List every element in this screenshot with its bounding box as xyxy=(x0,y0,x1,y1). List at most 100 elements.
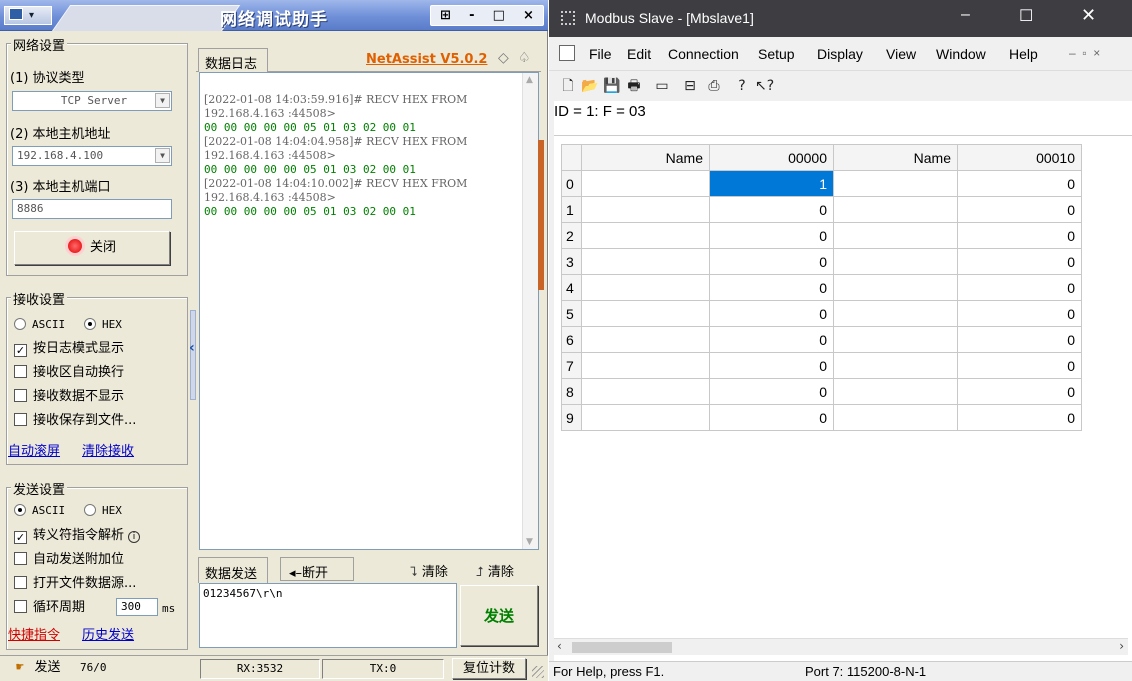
host-select[interactable]: 192.168.4.100 ▼ xyxy=(12,146,172,166)
reset-counter-button[interactable]: 复位计数 xyxy=(452,658,526,679)
log-mode-checkbox[interactable]: ✓ 按日志模式显示 xyxy=(14,341,124,357)
horizontal-scrollbar[interactable]: ‹ › xyxy=(554,638,1128,655)
scroll-right-icon[interactable]: › xyxy=(1119,639,1124,653)
horizontal-scroll-thumb[interactable] xyxy=(572,642,672,653)
recv-ascii-radio[interactable]: ASCII xyxy=(14,317,65,333)
hide-recv-checkbox[interactable]: 接收数据不显示 xyxy=(14,389,124,405)
row-number[interactable]: 2 xyxy=(561,222,582,249)
name-cell[interactable] xyxy=(833,248,958,275)
register-value-cell[interactable]: 0 xyxy=(957,378,1082,405)
close-window-button[interactable]: × xyxy=(523,8,534,23)
col-address-1[interactable]: 00000 xyxy=(709,144,834,171)
name-cell[interactable] xyxy=(833,326,958,353)
connect-icon[interactable]: ⊟ xyxy=(681,77,699,95)
row-number[interactable]: 8 xyxy=(561,378,582,405)
resize-grip-icon[interactable] xyxy=(532,666,544,678)
auto-scroll-link[interactable]: 自动滚屏 xyxy=(8,440,60,459)
escape-parse-checkbox[interactable]: ✓ 转义符指令解析 i xyxy=(14,528,141,544)
name-cell[interactable] xyxy=(581,326,710,353)
menu-view[interactable]: View xyxy=(886,46,916,62)
register-value-cell[interactable]: 0 xyxy=(957,170,1082,197)
row-number[interactable]: 4 xyxy=(561,274,582,301)
name-cell[interactable] xyxy=(581,222,710,249)
log-scroll-thumb[interactable] xyxy=(538,140,544,290)
register-value-cell[interactable]: 0 xyxy=(709,378,834,405)
register-value-cell[interactable]: 0 xyxy=(709,274,834,301)
window-icon[interactable]: ▭ xyxy=(653,77,671,95)
name-cell[interactable] xyxy=(581,378,710,405)
name-cell[interactable] xyxy=(581,248,710,275)
loop-period-input[interactable]: 300 xyxy=(116,598,158,616)
bell-icon[interactable]: ♤ xyxy=(518,50,531,66)
scroll-up-icon[interactable]: ▲ xyxy=(526,75,533,85)
name-cell[interactable] xyxy=(833,300,958,327)
row-number[interactable]: 1 xyxy=(561,196,582,223)
register-value-cell[interactable]: 0 xyxy=(957,196,1082,223)
protocol-select[interactable]: TCP Server ▼ xyxy=(12,91,172,111)
maximize-button[interactable]: □ xyxy=(493,8,505,23)
diamond-icon[interactable]: ◇ xyxy=(498,50,509,66)
send-button[interactable]: 发送 xyxy=(460,585,538,646)
tab-data-log[interactable]: 数据日志 xyxy=(198,48,268,72)
name-cell[interactable] xyxy=(581,274,710,301)
mdi-controls[interactable]: – ▫ × xyxy=(1069,46,1100,60)
save-icon[interactable]: 💾 xyxy=(603,77,621,95)
close-window-button[interactable]: ✕ xyxy=(1081,5,1096,26)
menu-connection[interactable]: Connection xyxy=(668,46,739,62)
file-source-checkbox[interactable]: 打开文件数据源... xyxy=(14,576,136,592)
row-number[interactable]: 3 xyxy=(561,248,582,275)
register-value-cell[interactable]: 0 xyxy=(709,326,834,353)
register-value-cell[interactable]: 0 xyxy=(957,404,1082,431)
info-icon[interactable]: i xyxy=(128,531,141,543)
name-cell[interactable] xyxy=(833,352,958,379)
register-value-cell[interactable]: 0 xyxy=(957,300,1082,327)
name-cell[interactable] xyxy=(581,300,710,327)
register-grid[interactable]: Name 00000 Name 00010 010100200300400500… xyxy=(561,144,1082,431)
name-cell[interactable] xyxy=(581,196,710,223)
menu-help[interactable]: Help xyxy=(1009,46,1038,62)
row-number[interactable]: 5 xyxy=(561,300,582,327)
name-cell[interactable] xyxy=(581,170,710,197)
row-number[interactable]: 7 xyxy=(561,352,582,379)
clear-receive-link[interactable]: 清除接收 xyxy=(82,440,134,459)
name-cell[interactable] xyxy=(581,404,710,431)
menu-display[interactable]: Display xyxy=(817,46,863,62)
register-value-cell[interactable]: 0 xyxy=(709,222,834,249)
register-value-cell[interactable]: 0 xyxy=(709,248,834,275)
close-connection-button[interactable]: 关闭 xyxy=(14,231,170,265)
register-value-cell[interactable]: 0 xyxy=(709,300,834,327)
register-value-cell[interactable]: 0 xyxy=(957,352,1082,379)
pin-icon[interactable]: ⊞ xyxy=(440,8,451,23)
menu-file[interactable]: File xyxy=(589,46,612,62)
row-number[interactable]: 0 xyxy=(561,170,582,197)
send-ascii-radio[interactable]: ASCII xyxy=(14,503,65,519)
disconnect-button[interactable]: ◂–断开 xyxy=(280,557,354,581)
about-icon[interactable]: ? xyxy=(733,77,751,95)
row-number[interactable]: 9 xyxy=(561,404,582,431)
name-cell[interactable] xyxy=(833,170,958,197)
port-input[interactable]: 8886 xyxy=(12,199,172,219)
minimize-button[interactable]: – xyxy=(961,6,970,24)
menu-window[interactable]: Window xyxy=(936,46,986,62)
loop-period-checkbox[interactable]: 循环周期 xyxy=(14,600,85,616)
name-cell[interactable] xyxy=(833,378,958,405)
register-value-cell[interactable]: 1 xyxy=(709,170,834,197)
doc-icon[interactable] xyxy=(559,45,575,61)
save-to-file-checkbox[interactable]: 接收保存到文件... xyxy=(14,413,136,429)
col-address-2[interactable]: 00010 xyxy=(957,144,1082,171)
send-hex-radio[interactable]: HEX xyxy=(84,503,122,519)
row-number[interactable]: 6 xyxy=(561,326,582,353)
menu-edit[interactable]: Edit xyxy=(627,46,651,62)
col-name-2[interactable]: Name xyxy=(833,144,958,171)
modbus-titlebar[interactable]: Modbus Slave - [Mbslave1] – ☐ ✕ xyxy=(549,0,1132,37)
context-help-icon[interactable]: ↖? xyxy=(755,77,774,95)
append-bits-checkbox[interactable]: 自动发送附加位 xyxy=(14,552,124,568)
register-value-cell[interactable]: 0 xyxy=(709,404,834,431)
open-icon[interactable]: 📂 xyxy=(581,77,599,95)
scroll-down-icon[interactable]: ▼ xyxy=(526,537,533,547)
recv-hex-radio[interactable]: HEX xyxy=(84,317,122,333)
new-icon[interactable]: 🗋 xyxy=(559,77,577,95)
netassist-titlebar[interactable]: ▾ 网络调试助手 ⊞ - □ × xyxy=(0,0,548,31)
maximize-button[interactable]: ☐ xyxy=(1019,6,1033,26)
receive-log-area[interactable]: [2022-01-08 14:03:59.916]# RECV HEX FROM… xyxy=(199,72,539,550)
